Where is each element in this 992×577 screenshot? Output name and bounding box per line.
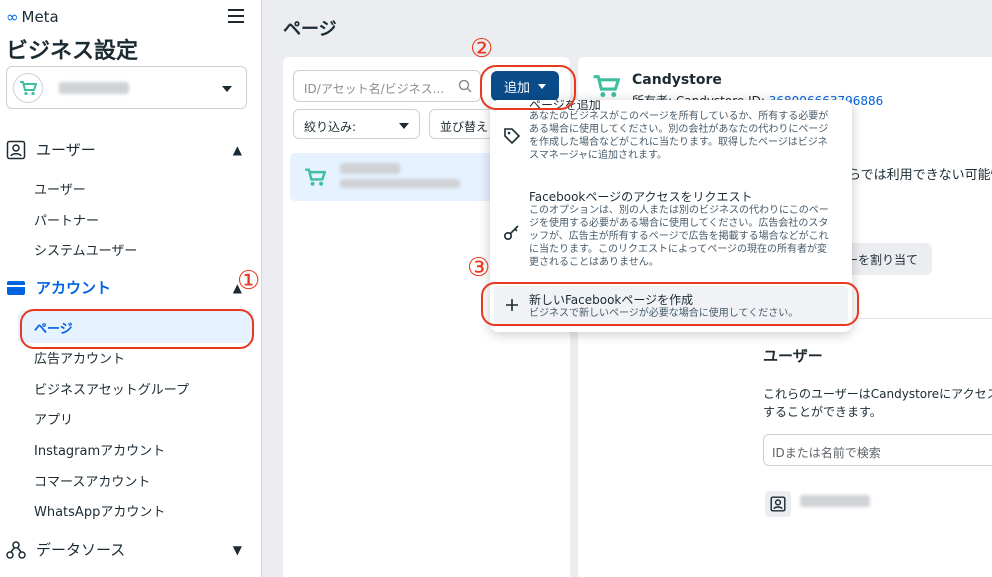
sort-label: 並び替え [440,120,489,134]
data-sources-icon [6,540,26,559]
user-icon [765,491,791,517]
sidebar-item-commerce[interactable]: コマースアカウント [34,471,150,490]
sidebar-section-label: アカウント [36,279,112,297]
sidebar-section-users[interactable]: ユーザー ▲ [6,139,242,160]
step-3-marker: ③ [467,253,491,283]
users-description: これらのユーザーはCandystoreにアクセスすることができます。 [763,387,992,419]
sidebar-section-data-sources[interactable]: データソース ▼ [6,539,242,560]
search-placeholder: ID/アセット名/ビジネス... [304,82,445,96]
page-name: Candystore [632,72,722,88]
user-name-redacted [800,495,870,507]
step-2-marker: ② [470,34,494,64]
sidebar-item-system-users[interactable]: システムユーザー [34,240,137,259]
meta-infinity-icon: ∞ [6,8,19,26]
meta-logo-text: Meta [21,8,59,26]
step-1-marker: ① [237,266,261,296]
key-icon [502,222,522,242]
sidebar-item-whatsapp[interactable]: WhatsAppアカウント [34,501,165,520]
menu-item-request-access[interactable]: Facebookページのアクセスをリクエスト このオプションは、別の人または別の… [490,186,852,282]
notice-text: らでは利用できない可能性 [848,168,992,183]
menu-item-description: あなたのビジネスがこのページを所有しているか、所有する必要がある場合に使用してく… [529,111,829,161]
sidebar-section-label: ユーザー [36,141,96,159]
business-selector[interactable] [6,66,247,109]
sidebar-item-ad-accounts[interactable]: 広告アカウント [34,348,125,367]
sidebar-item-users[interactable]: ユーザー [34,179,86,198]
search-icon [458,79,472,93]
menu-item-description: このオプションは、別の人または別のビジネスの代わりにこのページを使用する必要があ… [529,205,829,268]
users-icon [6,140,26,159]
highlight-ring-pages [20,309,254,349]
main-title: ページ [283,19,337,40]
filter-dropdown[interactable]: 絞り込み: [293,109,420,139]
page-title: ビジネス設定 [6,39,139,64]
cart-icon [13,72,43,103]
user-search-input[interactable]: IDまたは名前で検索 [763,434,992,466]
meta-logo[interactable]: ∞ Meta [6,8,59,26]
highlight-ring-create [481,282,859,326]
cart-icon [305,168,326,186]
menu-icon[interactable] [228,9,244,23]
asset-search-input[interactable]: ID/アセット名/ビジネス... [293,70,481,102]
page-name-redacted [340,163,400,174]
sidebar-item-apps[interactable]: アプリ [34,409,73,428]
sidebar-item-partners[interactable]: パートナー [34,210,99,229]
accounts-icon [7,280,25,295]
cart-icon [593,75,620,98]
page-id-redacted [340,179,460,188]
chevron-up-icon: ▲ [232,142,242,157]
sidebar-section-accounts[interactable]: アカウント ▲ [6,277,242,298]
sidebar-item-instagram[interactable]: Instagramアカウント [34,440,165,459]
chevron-down-icon: ▼ [232,542,242,557]
sidebar-item-business-asset-groups[interactable]: ビジネスアセットグループ [34,379,189,398]
users-title: ユーザー [763,347,823,365]
chevron-down-icon [222,86,232,92]
filter-label: 絞り込み: [304,120,357,134]
tag-icon [502,126,522,146]
menu-item-add-page[interactable]: ページを追加 あなたのビジネスがこのページを所有しているか、所有する必要がある場… [490,100,852,180]
menu-item-title: Facebookページのアクセスをリクエスト [529,190,753,204]
sidebar: ∞ Meta ビジネス設定 ユーザー ▲ ユーザー パートナー システムユーザー… [0,0,262,577]
chevron-down-icon [399,123,409,129]
assign-button[interactable]: ーを割り当て [840,243,932,275]
sidebar-section-label: データソース [36,541,126,559]
highlight-ring-add [480,65,576,110]
business-name-redacted [59,81,129,94]
users-section: ユーザー これらのユーザーはCandystoreにアクセスすることができます。 … [578,318,992,577]
